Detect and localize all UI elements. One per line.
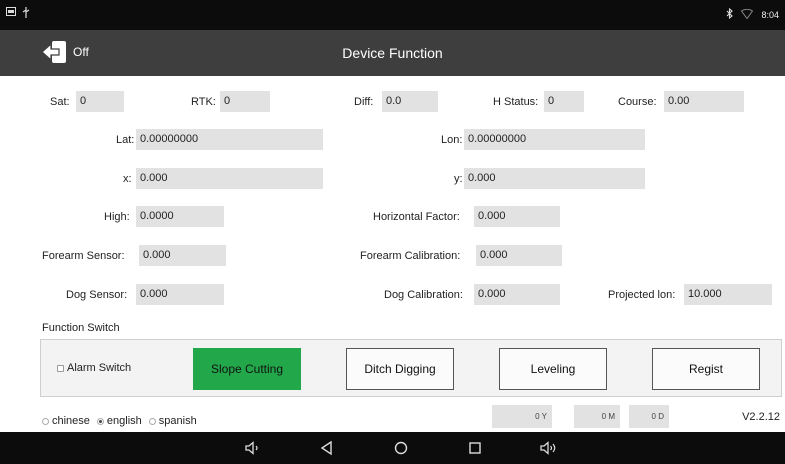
version-label: V2.2.12: [742, 411, 780, 423]
title-bar: Off Device Function: [0, 30, 785, 76]
lon-value: 0.00000000: [464, 129, 645, 150]
horizontal-factor-value: 0.000: [474, 206, 560, 227]
course-label: Course:: [618, 96, 657, 108]
status-bar: 8:04: [0, 0, 785, 30]
language-label-chinese: chinese: [52, 415, 90, 427]
diff-label: Diff:: [354, 96, 374, 108]
projected-lon-label: Projected lon:: [608, 289, 676, 301]
forearm-sensor-label: Forearm Sensor:: [42, 250, 125, 262]
page-title: Device Function: [342, 45, 443, 61]
function-switch-title: Function Switch: [42, 322, 120, 334]
y-label: y:: [454, 173, 463, 185]
language-label-english: english: [106, 415, 142, 427]
rtk-value: 0: [220, 91, 270, 112]
navigation-bar: [0, 432, 785, 464]
dog-calibration-label: Dog Calibration:: [384, 289, 463, 301]
high-label: High:: [104, 211, 130, 223]
status-left: [6, 7, 30, 21]
h-status-label: H Status:: [493, 96, 539, 108]
h-status-value: 0: [544, 91, 584, 112]
month-field[interactable]: 0 M: [574, 405, 620, 428]
wifi-icon: [741, 8, 754, 21]
alarm-switch-checkbox[interactable]: Alarm Switch: [57, 362, 131, 374]
slope-cutting-button[interactable]: Slope Cutting: [193, 348, 301, 390]
radio-icon: [42, 417, 49, 425]
volume-down-icon[interactable]: [244, 439, 262, 457]
dog-calibration-value: 0.000: [474, 284, 560, 305]
main-content: Sat: 0 RTK: 0 Diff: 0.0 H Status: 0 Cour…: [0, 76, 785, 432]
checkbox-icon: [57, 364, 64, 372]
y-value: 0.000: [464, 168, 645, 189]
high-value: 0.0000: [136, 206, 224, 227]
rtk-label: RTK:: [191, 96, 216, 108]
diff-value: 0.0: [382, 91, 438, 112]
home-icon[interactable]: [392, 439, 410, 457]
forearm-calibration-value: 0.000: [476, 245, 562, 266]
regist-button[interactable]: Regist: [652, 348, 760, 390]
usb-icon: [22, 7, 30, 21]
lat-value: 0.00000000: [136, 129, 323, 150]
sat-label: Sat:: [50, 96, 70, 108]
back-icon[interactable]: [318, 439, 336, 457]
language-option-chinese[interactable]: chinese: [42, 415, 90, 427]
x-label: x:: [123, 173, 132, 185]
language-selector: chinese english spanish: [42, 415, 197, 427]
leveling-button[interactable]: Leveling: [499, 348, 607, 390]
dog-sensor-label: Dog Sensor:: [66, 289, 128, 301]
alarm-switch-label: Alarm Switch: [67, 362, 132, 374]
volume-up-icon[interactable]: [540, 439, 558, 457]
bluetooth-icon: [726, 7, 734, 21]
course-value: 0.00: [664, 91, 744, 112]
year-field[interactable]: 0 Y: [492, 405, 552, 428]
status-right: 8:04: [726, 7, 779, 21]
clock: 8:04: [761, 9, 779, 20]
horizontal-factor-label: Horizontal Factor:: [373, 211, 460, 223]
screenshot-icon: [6, 7, 16, 21]
forearm-calibration-label: Forearm Calibration:: [360, 250, 461, 262]
lon-label: Lon:: [441, 134, 463, 146]
ditch-digging-button[interactable]: Ditch Digging: [346, 348, 454, 390]
projected-lon-value: 10.000: [684, 284, 772, 305]
radio-selected-icon: [96, 417, 104, 425]
day-field[interactable]: 0 D: [629, 405, 669, 428]
radio-icon: [148, 417, 156, 425]
sat-value: 0: [76, 91, 124, 112]
recents-icon[interactable]: [466, 439, 484, 457]
dog-sensor-value: 0.000: [136, 284, 224, 305]
forearm-sensor-value: 0.000: [139, 245, 226, 266]
lat-label: Lat:: [116, 134, 135, 146]
function-switch-panel: Alarm Switch Slope Cutting Ditch Digging…: [40, 339, 782, 397]
language-option-english[interactable]: english: [96, 415, 142, 427]
language-label-spanish: spanish: [158, 415, 197, 427]
x-value: 0.000: [136, 168, 323, 189]
language-option-spanish[interactable]: spanish: [148, 415, 197, 427]
